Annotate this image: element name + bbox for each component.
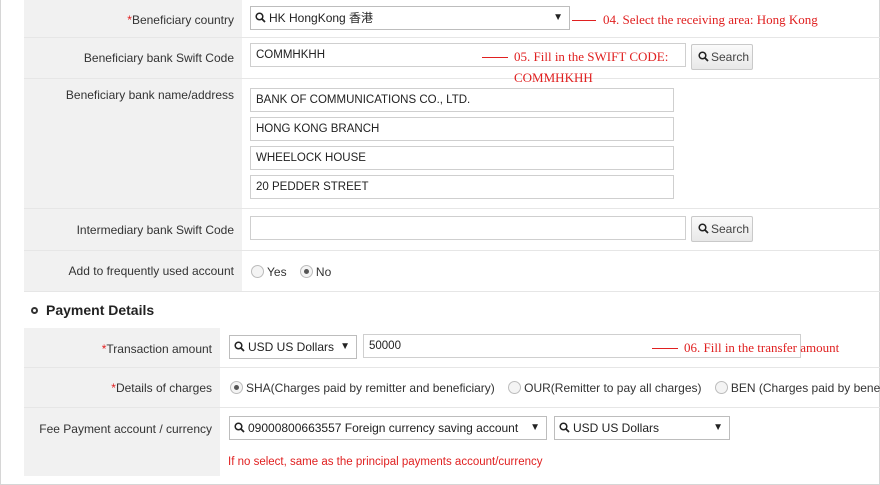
transaction-amount-label: Transaction amount [106,342,212,356]
annotation-04: 04. Select the receiving area: Hong Kong [603,12,818,27]
label-cell: Add to frequently used account [24,251,242,291]
intermediary-search-button[interactable]: Search [691,216,753,242]
label-cell: *Transaction amount [24,328,220,367]
search-icon [234,418,245,440]
swift-search-button[interactable]: Search [691,44,753,70]
search-icon [234,337,245,359]
chevron-down-icon: ▼ [340,341,350,352]
radio-no[interactable] [299,265,313,279]
search-button-label: Search [711,50,750,64]
section-bullet-icon [31,307,38,314]
content-cell: Yes No [242,251,880,291]
row-bank-address: Beneficiary bank name/address BANK OF CO… [24,79,880,209]
bank-address-label: Beneficiary bank name/address [65,88,234,102]
label-cell: *Beneficiary country [24,0,242,37]
transaction-currency-value: USD US Dollars [248,340,335,354]
chevron-down-icon: ▼ [553,12,563,23]
search-icon [698,218,709,242]
content-cell: Search [242,209,880,250]
label-cell: Beneficiary bank name/address [24,79,242,208]
fee-account-select[interactable]: 09000800663557 Foreign currency saving a… [229,416,547,440]
annotation-line [652,348,678,349]
annotation-05-line1: 05. Fill in the SWIFT CODE: [514,49,669,64]
chevron-down-icon: ▼ [713,422,723,433]
radio-ben[interactable] [714,381,728,395]
chevron-down-icon: ▼ [530,422,540,433]
bank-address-line-2[interactable]: HONG KONG BRANCH [250,117,674,141]
search-icon [255,8,266,30]
radio-our-label: OUR(Remitter to pay all charges) [524,380,702,395]
row-swift-code: Beneficiary bank Swift Code COMMHKHH Sea… [24,38,880,79]
bank-address-line-3[interactable]: WHEELOCK HOUSE [250,146,674,170]
row-intermediary: Intermediary bank Swift Code Search [24,209,880,251]
fee-currency-value: USD US Dollars [573,421,660,435]
section-title: Payment Details [46,302,154,318]
fee-account-value: 09000800663557 Foreign currency saving a… [248,421,519,435]
fee-currency-select[interactable]: USD US Dollars ▼ [554,416,730,440]
radio-sha[interactable] [230,381,243,395]
label-cell: Fee Payment account / currency [24,408,220,476]
label-cell: *Details of charges [24,368,220,407]
search-icon [559,418,570,440]
intermediary-label: Intermediary bank Swift Code [76,223,234,237]
search-icon [698,46,709,70]
beneficiary-country-select[interactable]: HK HongKong 香港 ▼ [250,6,570,30]
payment-details-title: Payment Details [46,302,155,318]
annotation-06: 06. Fill in the transfer amount [684,340,840,355]
radio-no-label: No [315,264,332,279]
row-charges: *Details of charges SHA(Charges paid by … [24,368,880,408]
annotation-line [572,20,596,21]
radio-our[interactable] [508,381,522,395]
frequent-account-label: Add to frequently used account [68,264,234,278]
label-cell: Beneficiary bank Swift Code [24,38,242,78]
beneficiary-country-value: HK HongKong 香港 [269,11,374,25]
swift-code-label: Beneficiary bank Swift Code [83,51,234,65]
radio-sha-label: SHA(Charges paid by remitter and benefic… [246,380,495,395]
transaction-currency-select[interactable]: USD US Dollars ▼ [229,335,357,359]
intermediary-swift-input[interactable] [250,216,686,240]
content-cell: SHA(Charges paid by remitter and benefic… [220,368,880,407]
radio-yes-label: Yes [267,264,287,279]
fee-payment-note: If no select, same as the principal paym… [228,456,543,468]
row-frequent-account: Add to frequently used account Yes No [24,251,880,292]
bank-address-line-1[interactable]: BANK OF COMMUNICATIONS CO., LTD. [250,88,674,112]
charges-label: Details of charges [115,381,212,395]
bank-address-line-4[interactable]: 20 PEDDER STREET [250,175,674,199]
label-cell: Intermediary bank Swift Code [24,209,242,250]
search-button-label: Search [711,222,750,236]
radio-yes[interactable] [251,265,264,279]
radio-ben-label: BEN (Charges paid by beneficiary) [730,380,880,395]
beneficiary-country-label: Beneficiary country [131,13,234,27]
annotation-line [482,57,508,58]
fee-payment-label: Fee Payment account / currency [39,422,212,436]
content-cell: BANK OF COMMUNICATIONS CO., LTD. HONG KO… [242,79,880,208]
